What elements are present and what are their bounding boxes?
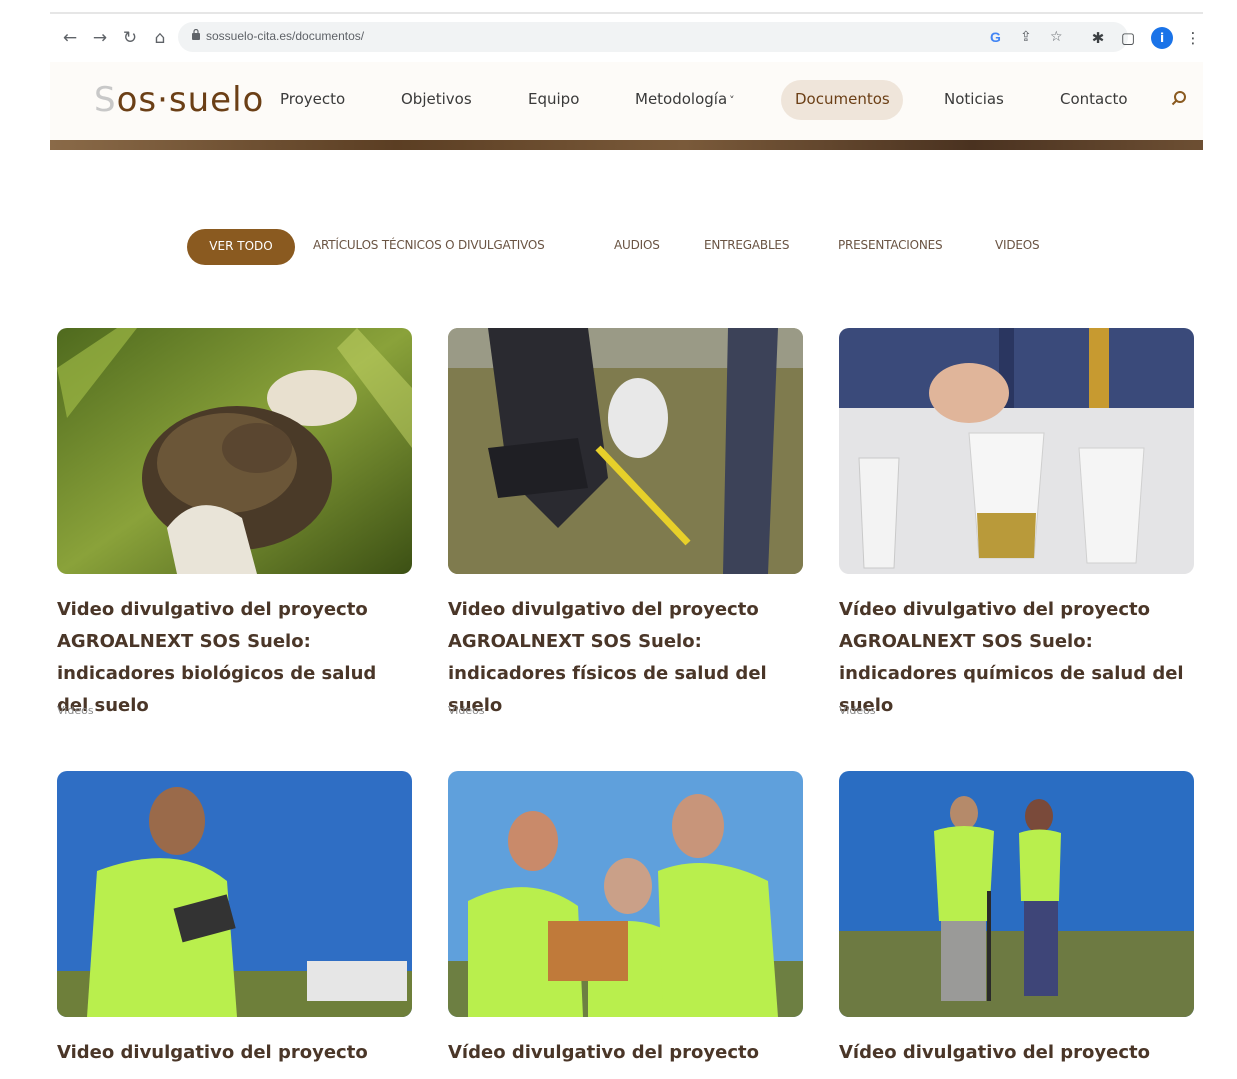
reload-icon[interactable]: ↻ bbox=[118, 26, 142, 50]
measuring-tape-image bbox=[448, 328, 803, 574]
card-category[interactable]: Videos bbox=[57, 704, 94, 717]
browser-toolbar: ← → ↻ ⌂ sossuelo-cita.es/documentos/ G ⇪… bbox=[50, 12, 1203, 62]
card-title[interactable]: Vídeo divulgativo del proyecto bbox=[839, 1037, 1194, 1069]
nav-equipo[interactable]: Equipo bbox=[528, 90, 579, 108]
filter-ver-todo-label: VER TODO bbox=[209, 239, 273, 253]
address-bar[interactable]: sossuelo-cita.es/documentos/ G ⇪ ☆ bbox=[178, 22, 1128, 52]
home-icon[interactable]: ⌂ bbox=[148, 26, 172, 50]
category-filter-bar: VER TODO ARTÍCULOS TÉCNICOS O DIVULGATIV… bbox=[0, 226, 1237, 266]
logo-text: os·suelo bbox=[116, 80, 265, 120]
back-icon[interactable]: ← bbox=[58, 26, 82, 50]
card-title[interactable]: Vídeo divulgativo del proyecto bbox=[448, 1037, 803, 1069]
card-title[interactable]: Vídeo divulgativo del proyecto AGROALNEX… bbox=[839, 594, 1194, 722]
card-category[interactable]: Videos bbox=[839, 704, 876, 717]
share-icon[interactable]: ⇪ bbox=[1020, 29, 1032, 45]
kebab-menu-icon[interactable]: ⋮ bbox=[1183, 28, 1203, 48]
sample-cups-image bbox=[839, 328, 1194, 574]
nav-objetivos[interactable]: Objetivos bbox=[401, 90, 472, 108]
card-title[interactable]: Video divulgativo del proyecto AGROALNEX… bbox=[448, 594, 803, 722]
lock-icon bbox=[192, 29, 200, 40]
video-thumbnail-6[interactable] bbox=[839, 771, 1194, 1017]
forward-icon[interactable]: → bbox=[88, 26, 112, 50]
card-title[interactable]: Video divulgativo del proyecto AGROALNEX… bbox=[57, 594, 412, 722]
video-thumbnail-4[interactable] bbox=[57, 771, 412, 1017]
nav-metodologia-label: Metodología bbox=[635, 90, 728, 108]
header-image-strip bbox=[50, 140, 1203, 150]
filter-entregables[interactable]: ENTREGABLES bbox=[704, 238, 789, 252]
site-logo[interactable]: Sos·suelo bbox=[94, 80, 264, 120]
video-thumbnail-5[interactable] bbox=[448, 771, 803, 1017]
filter-videos[interactable]: VIDEOS bbox=[995, 238, 1040, 252]
nav-documentos[interactable]: Documentos bbox=[795, 90, 890, 108]
profile-avatar[interactable]: i bbox=[1151, 27, 1173, 49]
nav-proyecto[interactable]: Proyecto bbox=[280, 90, 345, 108]
team-clipboard-image bbox=[448, 771, 803, 1017]
extensions-puzzle-icon[interactable]: ✱ bbox=[1088, 28, 1108, 48]
soil-auger-image bbox=[839, 771, 1194, 1017]
google-translate-icon[interactable]: G bbox=[990, 29, 1001, 45]
chevron-down-icon: ˅ bbox=[729, 94, 735, 107]
logo-initial: S bbox=[94, 80, 117, 120]
site-header: Sos·suelo Proyecto Objetivos Equipo Meto… bbox=[50, 62, 1203, 142]
filter-ver-todo[interactable]: VER TODO bbox=[187, 229, 295, 265]
tab-strip-edge bbox=[50, 12, 1203, 14]
filter-articulos[interactable]: ARTÍCULOS TÉCNICOS O DIVULGATIVOS bbox=[313, 238, 545, 252]
card-category[interactable]: Videos bbox=[448, 704, 485, 717]
video-thumbnail-biological[interactable] bbox=[57, 328, 412, 574]
side-panel-icon[interactable]: ▢ bbox=[1118, 28, 1138, 48]
bookmark-star-icon[interactable]: ☆ bbox=[1050, 29, 1063, 45]
filter-audios[interactable]: AUDIOS bbox=[614, 238, 660, 252]
nav-contacto[interactable]: Contacto bbox=[1060, 90, 1128, 108]
soil-in-hands-image bbox=[57, 328, 412, 574]
video-thumbnail-chemical[interactable] bbox=[839, 328, 1194, 574]
card-title[interactable]: Video divulgativo del proyecto bbox=[57, 1037, 412, 1069]
search-icon[interactable] bbox=[1171, 90, 1187, 106]
filter-presentaciones[interactable]: PRESENTACIONES bbox=[838, 238, 943, 252]
video-thumbnail-physical[interactable] bbox=[448, 328, 803, 574]
url-text: sossuelo-cita.es/documentos/ bbox=[206, 29, 365, 43]
person-writing-image bbox=[57, 771, 412, 1017]
nav-metodologia[interactable]: Metodología ˅ bbox=[635, 90, 735, 108]
nav-noticias[interactable]: Noticias bbox=[944, 90, 1004, 108]
